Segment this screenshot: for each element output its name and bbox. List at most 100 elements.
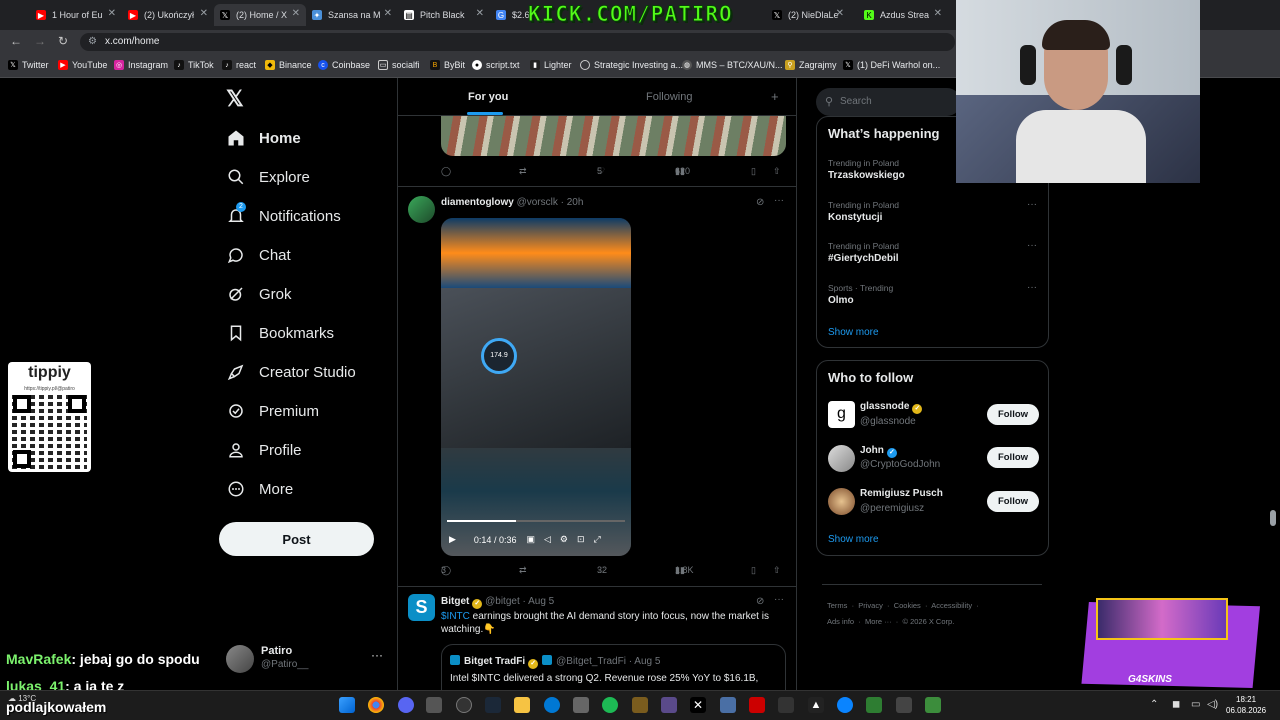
close-icon[interactable]: ✕ bbox=[200, 8, 208, 19]
bookmark-strategic[interactable]: Strategic Investing a... bbox=[580, 60, 683, 70]
browser-tab[interactable]: 𝕏 (2) NieDlaLe ✕ bbox=[766, 4, 850, 26]
add-tab-icon[interactable]: + bbox=[771, 89, 779, 104]
settings-icon[interactable]: ⚙ bbox=[560, 534, 568, 545]
browser-tab[interactable]: ▤ Pitch Black ✕ bbox=[398, 4, 490, 26]
sidebar-item-more[interactable]: More bbox=[226, 476, 293, 502]
avatar[interactable] bbox=[828, 445, 855, 472]
trend-item[interactable]: Olmo bbox=[828, 295, 854, 306]
app-icon[interactable] bbox=[632, 697, 648, 713]
play-icon[interactable]: ▶ bbox=[449, 534, 456, 545]
app-icon[interactable] bbox=[573, 697, 589, 713]
views-icon[interactable]: ▮▮ 620 bbox=[675, 166, 690, 177]
reply-icon[interactable]: ◯ 3 bbox=[441, 565, 454, 576]
close-icon[interactable]: ✕ bbox=[108, 8, 116, 19]
obs-icon[interactable] bbox=[456, 697, 472, 713]
footer-link[interactable]: Accessibility bbox=[931, 601, 972, 610]
more-dots-icon[interactable]: ··· bbox=[774, 594, 784, 605]
edge-icon[interactable] bbox=[544, 697, 560, 713]
cashtag-link[interactable]: $INTC bbox=[441, 611, 470, 622]
browser-tab[interactable]: K Azdus Strea ✕ bbox=[858, 4, 948, 26]
sidebar-item-grok[interactable]: Grok bbox=[226, 281, 292, 307]
discord-icon[interactable] bbox=[398, 697, 414, 713]
sidebar-item-explore[interactable]: Explore bbox=[226, 164, 310, 190]
close-icon[interactable]: ✕ bbox=[836, 8, 844, 19]
bookmark-script[interactable]: ● script.txt bbox=[472, 60, 520, 70]
share-icon[interactable]: ⇧ bbox=[773, 565, 781, 576]
video-progress-bar[interactable] bbox=[447, 520, 625, 522]
trend-item[interactable]: Trzaskowskiego bbox=[828, 170, 905, 181]
sidebar-item-profile[interactable]: Profile bbox=[226, 437, 302, 463]
sidebar-item-home[interactable]: Home bbox=[226, 125, 301, 151]
browser-tab[interactable]: G $2.6 bbox=[490, 4, 530, 26]
network-icon[interactable]: ▭ bbox=[1191, 699, 1200, 710]
volume-icon[interactable]: ◁) bbox=[1207, 699, 1218, 710]
post-button[interactable]: Post bbox=[219, 522, 374, 556]
more-dots-icon[interactable]: ··· bbox=[1027, 240, 1037, 251]
sidebar-item-bookmarks[interactable]: Bookmarks bbox=[226, 320, 334, 346]
quoted-tweet[interactable]: Bitget TradFi ✓ @Bitget_TradFi · Aug 5 Int… bbox=[441, 644, 786, 690]
captions-icon[interactable]: ▣ bbox=[526, 534, 535, 545]
x-app-icon[interactable]: ✕ bbox=[690, 697, 706, 713]
app-icon[interactable] bbox=[720, 697, 736, 713]
app-icon[interactable] bbox=[837, 697, 853, 713]
tweet-image[interactable] bbox=[441, 116, 786, 156]
like-icon[interactable]: ♡ 5 bbox=[597, 166, 608, 177]
footer-link[interactable]: Privacy bbox=[858, 601, 883, 610]
bookmark-coinbase[interactable]: c Coinbase bbox=[318, 60, 370, 70]
retweet-icon[interactable]: ⇄ bbox=[519, 565, 527, 576]
tab-for-you[interactable]: For you bbox=[468, 91, 508, 103]
bookmark-lighter[interactable]: ▮ Lighter bbox=[530, 60, 572, 70]
sidebar-item-premium[interactable]: Premium bbox=[226, 398, 319, 424]
tray-app-icon[interactable]: ◼ bbox=[1172, 699, 1180, 710]
follow-button[interactable]: Follow bbox=[987, 447, 1039, 468]
reload-icon[interactable]: ↻ bbox=[58, 34, 68, 48]
app-icon[interactable]: ▲ bbox=[808, 697, 824, 713]
close-icon[interactable]: ✕ bbox=[384, 8, 392, 19]
retweet-icon[interactable]: ⇄ bbox=[519, 166, 527, 177]
app-icon[interactable] bbox=[426, 697, 442, 713]
fullscreen-icon[interactable]: ⤢ bbox=[594, 534, 601, 545]
bookmark-bybit[interactable]: B ByBit bbox=[430, 60, 465, 70]
app-icon[interactable] bbox=[778, 697, 794, 713]
user-name[interactable]: Remigiusz Pusch bbox=[860, 488, 943, 499]
close-icon[interactable]: ✕ bbox=[934, 8, 942, 19]
bookmark-zagrajmy[interactable]: ⚲ Zagrajmy bbox=[785, 60, 837, 70]
browser-tab-active[interactable]: 𝕏 (2) Home / X ✕ bbox=[214, 4, 306, 26]
x-logo-icon[interactable]: 𝕏 bbox=[226, 86, 244, 112]
forward-icon[interactable]: → bbox=[34, 34, 46, 48]
trend-item[interactable]: #GiertychDebil bbox=[828, 253, 899, 264]
bookmark-youtube[interactable]: ▶ YouTube bbox=[58, 60, 107, 70]
pip-icon[interactable]: ⊡ bbox=[577, 534, 585, 545]
bitget-logo-icon[interactable]: S bbox=[408, 594, 435, 621]
browser-tab[interactable]: ▶ 1 Hour of Eu ✕ bbox=[30, 4, 122, 26]
back-icon[interactable]: ← bbox=[10, 34, 22, 48]
avatar[interactable] bbox=[828, 488, 855, 515]
bookmark-tiktok[interactable]: ♪ TikTok bbox=[174, 60, 214, 70]
bookmark-react[interactable]: ♪ react bbox=[222, 60, 256, 70]
bookmark-binance[interactable]: ◆ Binance bbox=[265, 60, 312, 70]
page-scrollbar[interactable] bbox=[1270, 510, 1276, 526]
more-dots-icon[interactable]: ··· bbox=[1027, 282, 1037, 293]
account-switcher[interactable]: Patiro @Patiro__ ··· bbox=[226, 642, 386, 682]
bookmark-defi-warhol[interactable]: 𝕏 (1) DeFi Warhol on... bbox=[843, 60, 940, 70]
start-icon[interactable] bbox=[339, 697, 355, 713]
avatar[interactable]: g bbox=[828, 401, 855, 428]
share-icon[interactable]: ⇧ bbox=[773, 166, 781, 177]
browser-tab[interactable]: ▶ (2) Ukończył ✕ bbox=[122, 4, 214, 26]
tab-following[interactable]: Following bbox=[646, 91, 692, 103]
footer-link[interactable]: Cookies bbox=[894, 601, 921, 610]
show-more-link[interactable]: Show more bbox=[828, 327, 879, 338]
sidebar-item-chat[interactable]: Chat bbox=[226, 242, 291, 268]
sidebar-item-creator-studio[interactable]: Creator Studio bbox=[226, 359, 356, 385]
more-dots-icon[interactable]: ··· bbox=[1027, 199, 1037, 210]
close-icon[interactable]: ✕ bbox=[476, 8, 484, 19]
tray-chevron-icon[interactable]: ⌃ bbox=[1150, 699, 1158, 710]
volume-icon[interactable]: ◁ bbox=[544, 534, 551, 545]
tweet-author[interactable]: diamentoglowy @vorsclk · 20h bbox=[441, 197, 583, 208]
tweet-author[interactable]: Bitget ✓ @bitget · Aug 5 bbox=[441, 596, 554, 609]
app-icon[interactable] bbox=[661, 697, 677, 713]
views-icon[interactable]: ▮▮ 1.8K bbox=[675, 565, 694, 576]
show-more-link[interactable]: Show more bbox=[828, 534, 879, 545]
bookmark-mms[interactable]: ◍ MMS – BTC/XAU/N... bbox=[682, 60, 783, 70]
system-clock[interactable]: 18:21 06.08.2026 bbox=[1226, 694, 1266, 716]
